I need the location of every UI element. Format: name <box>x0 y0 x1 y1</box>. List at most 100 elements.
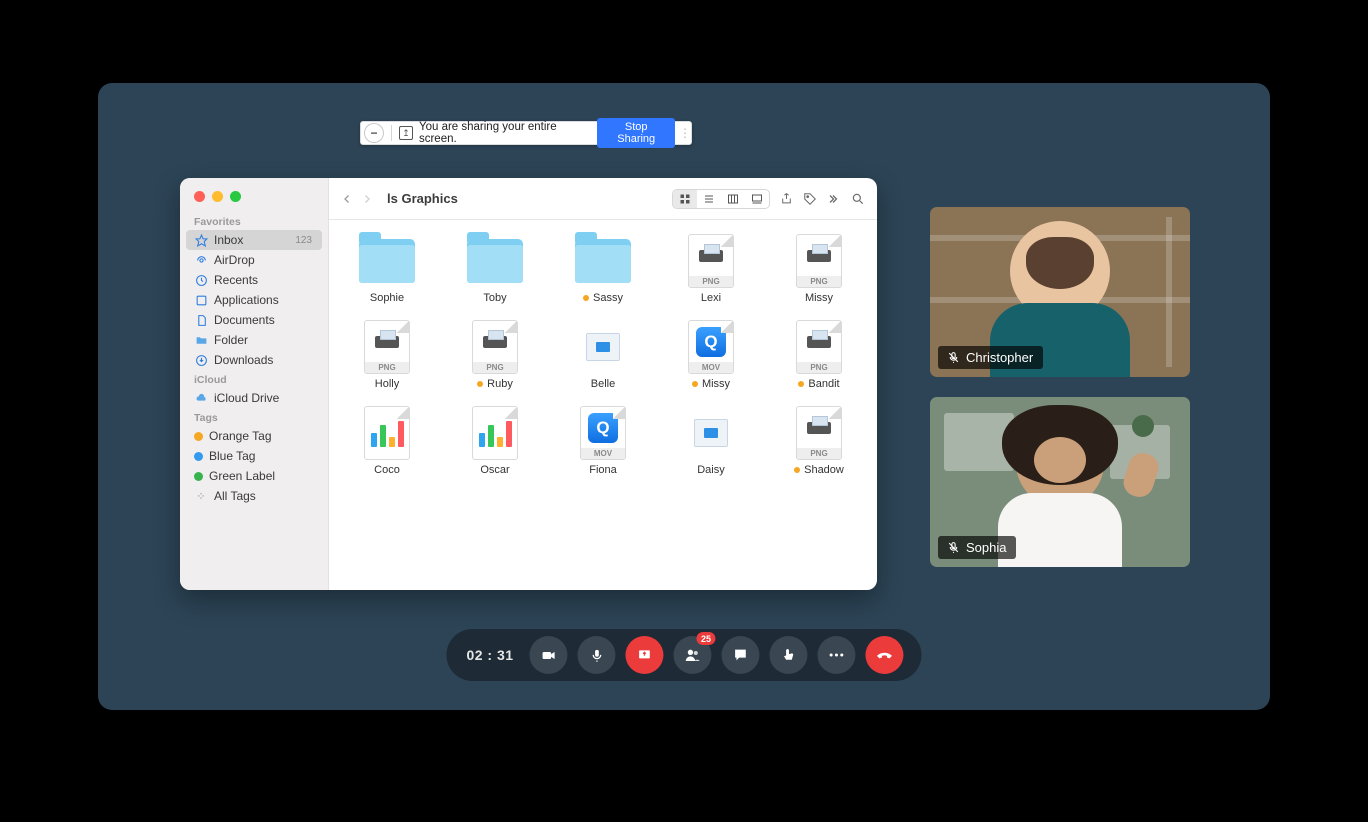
file-item[interactable]: PNG Shadow <box>775 406 863 476</box>
file-label: Belle <box>591 378 615 390</box>
file-label: Oscar <box>480 464 509 476</box>
meeting-dock: 02 : 31 25 <box>446 629 921 681</box>
list-view-button[interactable] <box>697 190 721 208</box>
sidebar-item-icloud[interactable]: iCloud Drive <box>180 388 328 408</box>
file-item[interactable]: Sassy <box>559 234 647 304</box>
sidebar-label: All Tags <box>214 489 256 503</box>
airdrop-icon <box>194 253 208 267</box>
sidebar-item-applications[interactable]: Applications <box>180 290 328 310</box>
minimize-window-button[interactable] <box>212 191 223 202</box>
file-label: Missy <box>805 292 833 304</box>
sidebar-tag-blue[interactable]: Blue Tag <box>180 446 328 466</box>
file-item[interactable]: PNGBandit <box>775 320 863 390</box>
sidebar-item-recents[interactable]: Recents <box>180 270 328 290</box>
file-item[interactable]: PNGLexi <box>667 234 755 304</box>
file-thumb <box>358 234 416 288</box>
sidebar-label: Downloads <box>214 353 273 367</box>
close-window-button[interactable] <box>194 191 205 202</box>
file-item[interactable]: Sophie <box>343 234 431 304</box>
share-status-text: You are sharing your entire screen. <box>419 121 597 145</box>
nav-forward-button[interactable] <box>361 192 373 206</box>
participant-tile-2[interactable]: Sophia <box>930 397 1190 567</box>
participant-tile-1[interactable]: Christopher <box>930 207 1190 377</box>
app-icon <box>194 293 208 307</box>
sidebar-all-tags[interactable]: ⁘ All Tags <box>180 486 328 506</box>
view-toggle <box>672 189 770 209</box>
mic-button[interactable] <box>578 636 616 674</box>
share-button[interactable] <box>780 191 793 206</box>
mic-muted-icon <box>946 351 960 365</box>
zoom-window-button[interactable] <box>230 191 241 202</box>
file-row: PNGHolly PNGRuby Belle QMOVMissy PNGBandit <box>343 320 863 390</box>
file-item[interactable]: PNGRuby <box>451 320 539 390</box>
camera-button[interactable] <box>530 636 568 674</box>
file-item[interactable]: PNGHolly <box>343 320 431 390</box>
clock-icon <box>194 273 208 287</box>
sidebar-label: Recents <box>214 273 258 287</box>
file-thumb: PNG <box>790 406 848 460</box>
sidebar-item-inbox[interactable]: Inbox 123 <box>186 230 322 250</box>
sidebar-label: AirDrop <box>214 253 255 267</box>
sidebar-item-downloads[interactable]: Downloads <box>180 350 328 370</box>
tag-dot-icon <box>194 472 203 481</box>
tag-dot-icon <box>477 381 483 387</box>
favorites-header: Favorites <box>180 212 328 230</box>
file-item[interactable]: Daisy <box>667 406 755 476</box>
file-item[interactable]: Belle <box>559 320 647 390</box>
icloud-header: iCloud <box>180 370 328 388</box>
file-thumb: PNG <box>790 234 848 288</box>
file-item[interactable]: QMOVMissy <box>667 320 755 390</box>
inbox-count: 123 <box>295 235 312 246</box>
tag-dot-icon <box>692 381 698 387</box>
file-item[interactable]: Coco <box>343 406 431 476</box>
file-item[interactable]: QMOVFiona <box>559 406 647 476</box>
sidebar-item-folder[interactable]: Folder <box>180 330 328 350</box>
mic-muted-icon <box>946 541 960 555</box>
stop-sharing-button[interactable]: Stop Sharing <box>597 118 675 148</box>
file-label: Coco <box>374 464 400 476</box>
icon-view-button[interactable] <box>673 190 697 208</box>
all-tags-icon: ⁘ <box>194 489 208 503</box>
nav-back-button[interactable] <box>341 192 353 206</box>
tags-header: Tags <box>180 408 328 426</box>
file-thumb <box>682 406 740 460</box>
column-view-button[interactable] <box>721 190 745 208</box>
cloud-icon <box>194 391 208 405</box>
call-timer: 02 : 31 <box>466 647 513 663</box>
document-icon <box>194 313 208 327</box>
sidebar-item-airdrop[interactable]: AirDrop <box>180 250 328 270</box>
participant-tiles: Christopher Sophia <box>930 207 1190 567</box>
finder-grid: SophieTobySassyPNGLexiPNGMissyPNGHollyPN… <box>329 220 877 590</box>
sidebar-tag-orange[interactable]: Orange Tag <box>180 426 328 446</box>
participants-button[interactable]: 25 <box>674 636 712 674</box>
collapse-banner-button[interactable]: − <box>364 123 384 143</box>
gallery-view-button[interactable] <box>745 190 769 208</box>
drag-handle-icon[interactable]: ⋮ <box>679 126 689 140</box>
file-item[interactable]: Oscar <box>451 406 539 476</box>
file-label: Fiona <box>589 464 617 476</box>
sidebar-item-documents[interactable]: Documents <box>180 310 328 330</box>
tag-dot-icon <box>194 452 203 461</box>
share-screen-button[interactable] <box>626 636 664 674</box>
tag-dot-icon <box>798 381 804 387</box>
participant-name: Christopher <box>966 350 1033 365</box>
more-button[interactable] <box>827 193 841 205</box>
search-button[interactable] <box>851 192 865 206</box>
end-call-button[interactable] <box>866 636 904 674</box>
participants-badge: 25 <box>697 632 716 645</box>
name-plate: Christopher <box>938 346 1043 369</box>
participant-name: Sophia <box>966 540 1006 555</box>
file-thumb: PNG <box>682 234 740 288</box>
reactions-button[interactable] <box>770 636 808 674</box>
file-item[interactable]: Toby <box>451 234 539 304</box>
chat-button[interactable] <box>722 636 760 674</box>
more-options-button[interactable] <box>818 636 856 674</box>
file-label: Missy <box>692 378 730 390</box>
file-label: Sophie <box>370 292 404 304</box>
file-item[interactable]: PNG Missy <box>775 234 863 304</box>
tag-button[interactable] <box>803 192 817 206</box>
file-label: Shadow <box>794 464 844 476</box>
sidebar-label: Blue Tag <box>209 449 255 463</box>
sidebar-tag-green[interactable]: Green Label <box>180 466 328 486</box>
file-label: Holly <box>375 378 399 390</box>
